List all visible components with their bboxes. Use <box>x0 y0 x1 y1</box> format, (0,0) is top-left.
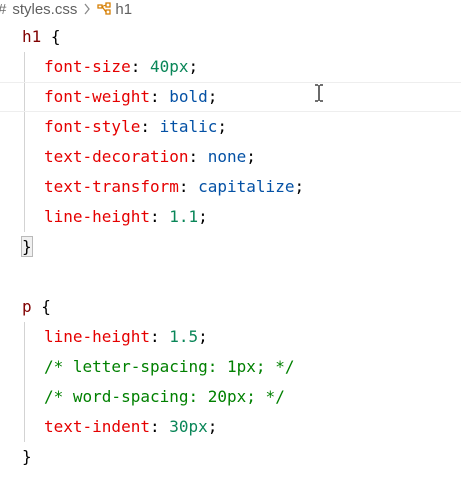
css-value: 40px <box>149 57 189 76</box>
code-line: line-height: 1.1; <box>44 207 208 226</box>
symbol-class-icon <box>96 2 112 16</box>
code-line: /* word-spacing: 20px; */ <box>0 382 461 412</box>
text-cursor-icon <box>315 84 323 102</box>
code-line: p { <box>0 292 461 322</box>
css-value: 1.5 <box>169 327 199 346</box>
css-comment: /* letter-spacing: 1px; */ <box>44 357 295 376</box>
close-brace: } <box>21 236 33 257</box>
breadcrumb: # styles.css h1 <box>0 0 132 18</box>
code-line: } <box>0 232 461 262</box>
code-line: text-decoration: none; <box>44 147 256 166</box>
breadcrumb-file[interactable]: styles.css <box>12 1 77 18</box>
css-value: bold <box>169 87 208 106</box>
css-value: 30px <box>169 417 208 436</box>
css-comment: /* word-spacing: 20px; */ <box>44 387 285 406</box>
code-line: /* letter-spacing: 1px; */ <box>0 352 461 382</box>
css-property: font-weight <box>44 87 150 106</box>
code-line: font-size: 40px; <box>44 57 199 76</box>
css-property: line-height <box>44 207 150 226</box>
css-property: text-indent <box>44 417 150 436</box>
css-property: line-height <box>44 327 150 346</box>
css-property: font-style <box>44 117 141 136</box>
code-line: text-indent: 30px; <box>44 417 218 436</box>
css-value: capitalize <box>198 177 295 196</box>
css-file-icon: # <box>0 1 6 18</box>
code-line-current: font-weight: bold; <box>0 82 461 112</box>
code-editor[interactable]: # styles.css h1 h1 { font-size: 40px; fo… <box>0 0 461 493</box>
code-line: h1 { <box>0 22 461 52</box>
css-value: none <box>207 147 247 166</box>
css-value: 1.1 <box>169 207 199 226</box>
css-property: font-size <box>44 57 131 76</box>
code-line: text-transform: capitalize; <box>44 177 305 196</box>
css-selector: h1 <box>22 27 42 46</box>
breadcrumb-symbol[interactable]: h1 <box>115 1 132 18</box>
close-brace: } <box>22 447 32 466</box>
css-selector: p <box>22 297 32 316</box>
css-property: text-transform <box>44 177 179 196</box>
css-property: text-decoration <box>44 147 189 166</box>
code-line: } <box>0 442 461 472</box>
chevron-right-icon <box>83 3 91 15</box>
code-line: font-style: italic; <box>44 117 228 136</box>
open-brace: { <box>41 297 51 316</box>
open-brace: { <box>50 27 61 46</box>
css-value: italic <box>159 117 218 136</box>
code-line: line-height: 1.5; <box>44 327 208 346</box>
